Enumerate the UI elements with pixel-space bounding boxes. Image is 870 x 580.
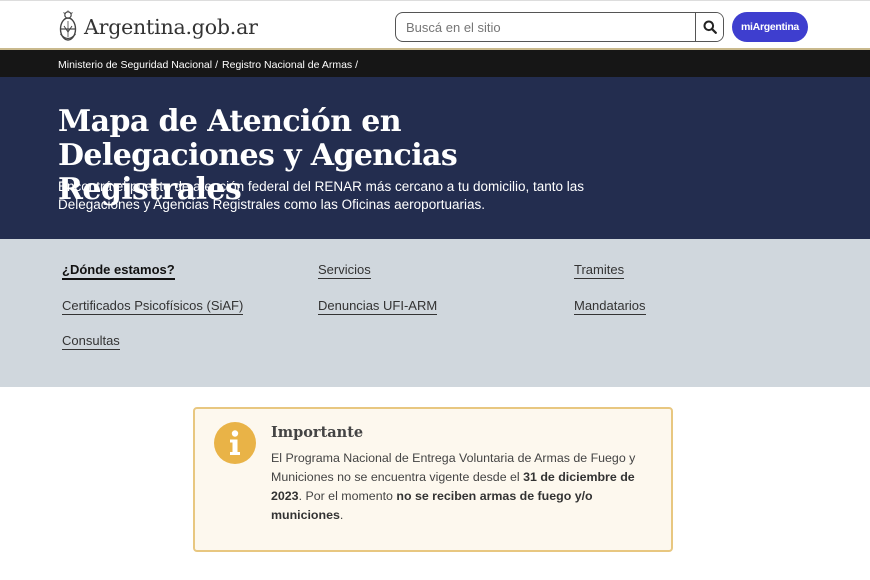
site-header: Argentina.gob.ar miArgentina xyxy=(0,0,870,50)
breadcrumb-item-registro[interactable]: Registro Nacional de Armas xyxy=(222,59,352,71)
miargentina-button[interactable]: miArgentina xyxy=(732,12,808,42)
nav-link-mandatarios[interactable]: Mandatarios xyxy=(574,298,646,315)
hero-banner: Mapa de Atención en Delegaciones y Agenc… xyxy=(0,77,870,239)
section-nav: ¿Dónde estamos? Servicios Tramites Certi… xyxy=(0,239,870,387)
breadcrumb-bar: Ministerio de Seguridad Nacional / Regis… xyxy=(0,50,870,77)
breadcrumb-separator: / xyxy=(355,59,359,71)
search-input[interactable] xyxy=(396,13,695,41)
page-subtitle: Encontrá el puesto de atención federal d… xyxy=(58,179,585,212)
nav-link-certificados-psicofisicos[interactable]: Certificados Psicofísicos (SiAF) xyxy=(62,298,244,315)
search-box xyxy=(395,12,724,42)
nav-link-tramites[interactable]: Tramites xyxy=(574,262,625,279)
nav-link-denuncias-ufi-arm[interactable]: Denuncias UFI-ARM xyxy=(318,298,438,315)
nav-link-donde-estamos[interactable]: ¿Dónde estamos? xyxy=(62,262,175,280)
site-name: Argentina.gob.ar xyxy=(84,15,258,39)
breadcrumb-separator: / xyxy=(215,59,219,71)
alert-text-part: . Por el momento xyxy=(298,489,397,503)
nav-link-servicios[interactable]: Servicios xyxy=(318,262,371,279)
alert-text: El Programa Nacional de Entrega Voluntar… xyxy=(271,449,663,525)
breadcrumb-item-ministerio[interactable]: Ministerio de Seguridad Nacional xyxy=(58,59,212,71)
search-icon xyxy=(703,20,717,34)
important-alert: Importante El Programa Nacional de Entre… xyxy=(193,407,673,552)
site-logo[interactable]: Argentina.gob.ar xyxy=(58,10,258,44)
coat-of-arms-icon xyxy=(59,10,77,41)
nav-link-consultas[interactable]: Consultas xyxy=(62,333,120,350)
alert-text-part: . xyxy=(339,508,344,522)
info-icon xyxy=(214,422,256,464)
search-button[interactable] xyxy=(695,13,723,41)
breadcrumb: Ministerio de Seguridad Nacional / Regis… xyxy=(58,59,362,71)
alert-title: Importante xyxy=(271,424,364,441)
